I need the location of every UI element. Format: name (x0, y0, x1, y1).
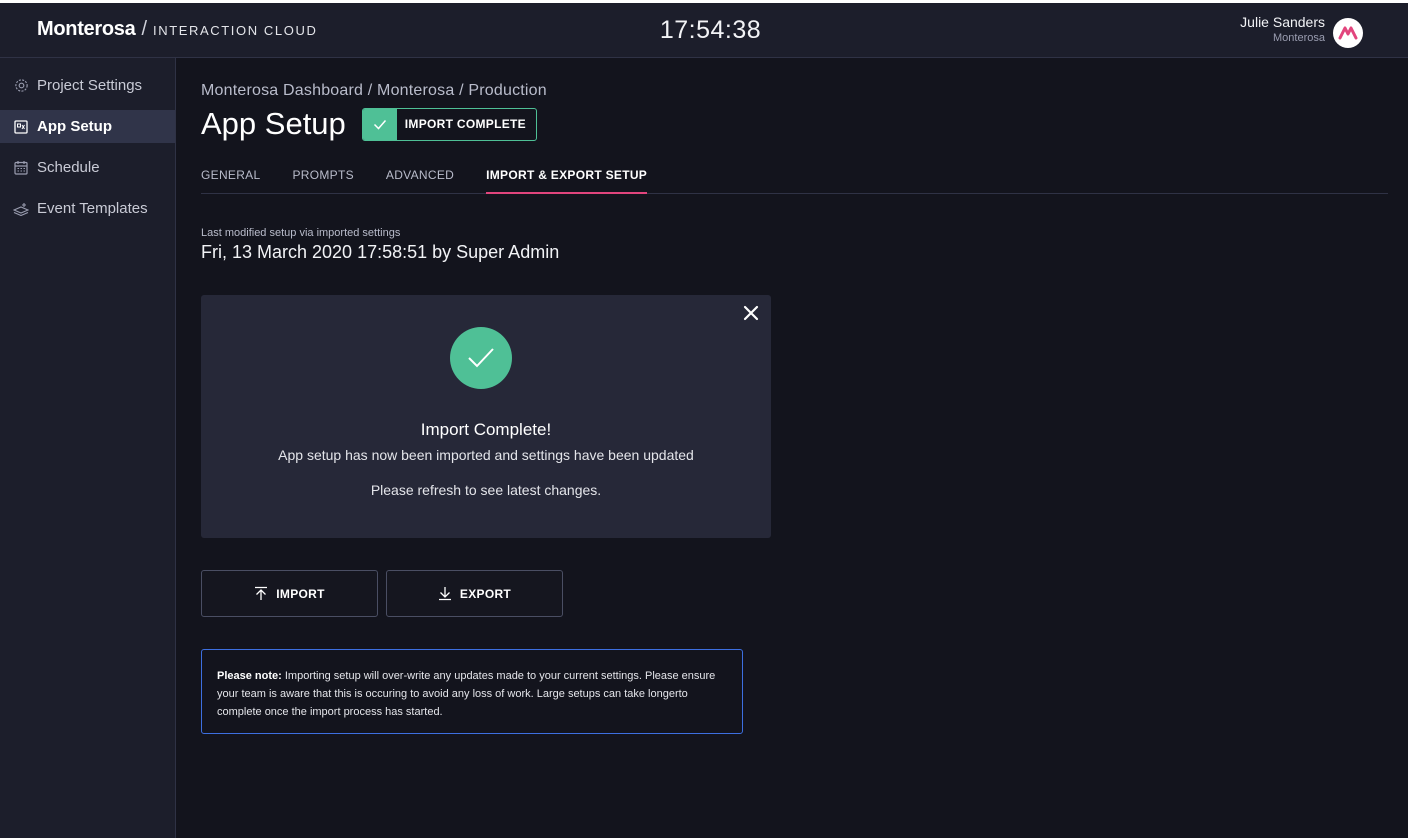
status-badge-label: IMPORT COMPLETE (404, 117, 526, 131)
templates-icon (13, 201, 29, 217)
note-bold-label: Please note: (217, 670, 282, 682)
last-modified-value: Fri, 13 March 2020 17:58:51 by Super Adm… (201, 242, 560, 262)
import-note: Please note: Importing setup will over-w… (201, 649, 743, 734)
export-button-label: EXPORT (459, 586, 512, 601)
sidebar: Project Settings App Setup Schedule Even… (0, 58, 176, 838)
tab-bar: GENERAL PROMPTS ADVANCED IMPORT & EXPORT… (201, 168, 1388, 194)
sidebar-item-label: App Setup (37, 118, 112, 135)
main-content: Monterosa Dashboard / Monterosa / Produc… (201, 58, 1388, 734)
action-buttons: IMPORT EXPORT (201, 570, 1388, 617)
app-setup-icon (13, 119, 29, 135)
sidebar-item-event-templates[interactable]: Event Templates (0, 192, 175, 225)
tab-advanced[interactable]: ADVANCED (386, 168, 454, 194)
user-name: Julie Sanders (1240, 14, 1325, 30)
calendar-icon (13, 160, 29, 176)
sidebar-item-label: Project Settings (37, 77, 143, 94)
top-bar: Monterosa / INTERACTION CLOUD 17:54:38 J… (0, 0, 1408, 58)
sidebar-item-label: Schedule (37, 159, 100, 176)
import-complete-panel: Import Complete! App setup has now been … (201, 295, 771, 538)
breadcrumb[interactable]: Monterosa Dashboard / Monterosa / Produc… (201, 82, 1388, 100)
note-text: Importing setup will over-write any upda… (217, 670, 716, 718)
download-icon (438, 587, 451, 601)
tab-prompts[interactable]: PROMPTS (292, 168, 353, 194)
close-icon[interactable] (743, 305, 759, 321)
user-org: Monterosa (1273, 32, 1325, 44)
import-button-label: IMPORT (276, 586, 325, 601)
panel-message: App setup has now been imported and sett… (278, 447, 694, 463)
avatar[interactable] (1333, 18, 1363, 48)
sidebar-item-app-setup[interactable]: App Setup (0, 110, 175, 143)
tab-general[interactable]: GENERAL (201, 168, 260, 194)
sidebar-item-label: Event Templates (37, 200, 148, 217)
sidebar-item-project-settings[interactable]: Project Settings (0, 69, 175, 102)
panel-refresh-message: Please refresh to see latest changes. (370, 482, 602, 498)
import-button[interactable]: IMPORT (201, 570, 378, 617)
tab-import-export-setup[interactable]: IMPORT & EXPORT SETUP (486, 168, 648, 194)
gear-icon (13, 78, 29, 94)
clock: 17:54:38 (659, 16, 762, 44)
check-icon (362, 108, 397, 140)
upload-icon (255, 586, 268, 600)
export-button[interactable]: EXPORT (386, 570, 563, 617)
monterosa-logo-icon (1338, 26, 1358, 40)
last-modified-label: Last modified setup via imported setting… (201, 227, 401, 239)
user-info[interactable]: Julie Sanders Monterosa (1240, 14, 1325, 44)
status-badge: IMPORT COMPLETE (361, 107, 537, 141)
success-check-icon (450, 327, 512, 389)
title-row: App Setup IMPORT COMPLETE (201, 106, 1388, 142)
sidebar-item-schedule[interactable]: Schedule (0, 151, 175, 184)
page-title: App Setup (201, 106, 346, 141)
panel-title: Import Complete! (420, 420, 552, 439)
